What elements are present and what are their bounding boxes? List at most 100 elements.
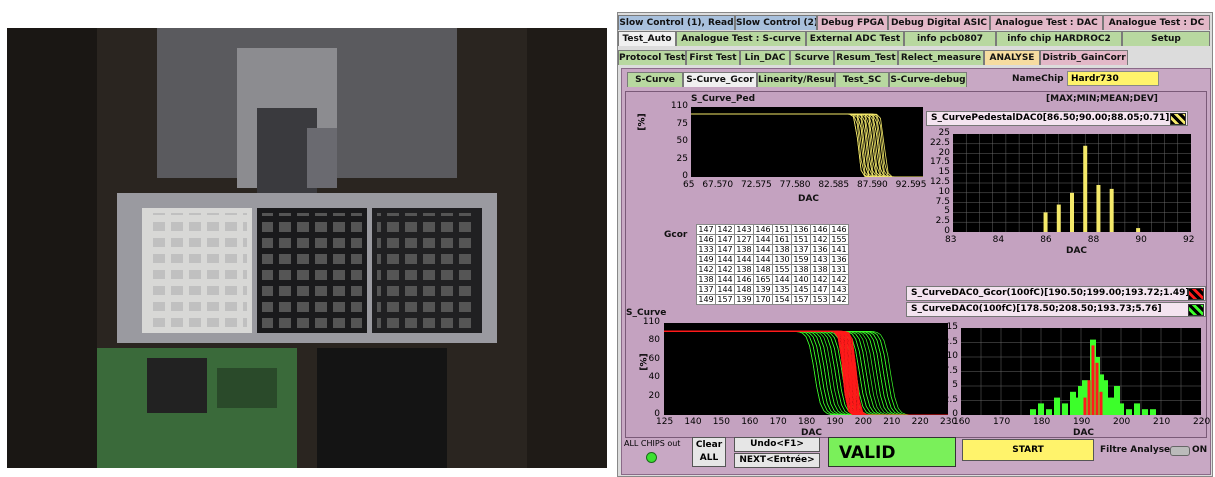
gcor-cell[interactable]: 147: [715, 234, 735, 245]
tab-analogue-dac[interactable]: Analogue Test : DAC: [990, 15, 1103, 30]
scurve-gcor-hist-bar: [1091, 345, 1095, 415]
gcor-cell[interactable]: 142: [810, 234, 830, 245]
gcor-cell[interactable]: 144: [715, 274, 735, 285]
tab-slow-control-2[interactable]: Slow Control (2): [735, 15, 817, 30]
gcor-cell[interactable]: 147: [696, 224, 716, 235]
gcor-cell[interactable]: 139: [734, 294, 754, 305]
gcor-legend-swatch[interactable]: [1188, 288, 1204, 300]
clear-all-button[interactable]: Clear ALL: [692, 437, 726, 467]
tab-distrib-gaincorr[interactable]: Distrib_GainCorr: [1040, 50, 1128, 65]
gcor-cell[interactable]: 142: [829, 294, 849, 305]
start-button[interactable]: START: [962, 439, 1094, 461]
gcor-cell[interactable]: 147: [715, 244, 735, 255]
gcor-cell[interactable]: 142: [715, 224, 735, 235]
tab-analogue-scurve[interactable]: Analogue Test : S-curve: [676, 31, 806, 46]
tab-debug-digital-asic[interactable]: Debug Digital ASIC: [888, 15, 990, 30]
gcor-cell[interactable]: 135: [772, 284, 792, 295]
gcor-cell[interactable]: 138: [772, 244, 792, 255]
gcor-cell[interactable]: 141: [829, 244, 849, 255]
tab-lin-dac[interactable]: Lin_DAC: [740, 50, 790, 65]
gcor-cell[interactable]: 149: [696, 254, 716, 265]
tab-test-sc[interactable]: Test_SC: [835, 72, 889, 87]
tab-scurve[interactable]: Scurve: [790, 50, 834, 65]
tab-linearity-resum[interactable]: Linearity/Resum: [757, 72, 835, 87]
gcor-cell[interactable]: 147: [810, 284, 830, 295]
namechip-input[interactable]: Hardr730: [1067, 71, 1159, 86]
tab-test-auto[interactable]: Test_Auto: [618, 31, 676, 46]
gcor-cell[interactable]: 161: [772, 234, 792, 245]
gcor-cell[interactable]: 137: [696, 284, 716, 295]
tab-s-curve[interactable]: S-Curve: [627, 72, 683, 87]
gcor-cell[interactable]: 143: [810, 254, 830, 265]
gcor-cell[interactable]: 136: [829, 254, 849, 265]
tab-slow-control-1[interactable]: Slow Control (1), Read: [618, 15, 735, 30]
gcor-cell[interactable]: 157: [715, 294, 735, 305]
gcor-cell[interactable]: 137: [791, 244, 811, 255]
gcor-cell[interactable]: 133: [696, 244, 716, 255]
gcor-cell[interactable]: 144: [753, 254, 773, 265]
gcor-cell[interactable]: 155: [772, 264, 792, 275]
gcor-cell[interactable]: 131: [829, 264, 849, 275]
gcor-cell[interactable]: 143: [734, 224, 754, 235]
gcor-cell[interactable]: 138: [734, 244, 754, 255]
tab-s-curve-gcor[interactable]: S-Curve_Gcor: [683, 72, 757, 87]
tab-resum-test[interactable]: Resum_Test: [834, 50, 898, 65]
tab-debug-fpga[interactable]: Debug FPGA: [817, 15, 888, 30]
gcor-cell[interactable]: 144: [715, 284, 735, 295]
tab-info-chip[interactable]: info chip HARDROC2: [996, 31, 1122, 46]
gcor-cell[interactable]: 155: [829, 234, 849, 245]
gcor-cell[interactable]: 139: [753, 284, 773, 295]
next-button[interactable]: NEXT<Entrée>: [734, 453, 820, 468]
scurve-legend-swatch[interactable]: [1188, 304, 1204, 316]
gcor-cell[interactable]: 148: [734, 284, 754, 295]
gcor-cell[interactable]: 159: [791, 254, 811, 265]
tab-analogue-dc[interactable]: Analogue Test : DC: [1103, 15, 1210, 30]
gcor-cell[interactable]: 138: [696, 274, 716, 285]
gcor-cell[interactable]: 146: [810, 224, 830, 235]
tab-external-adc[interactable]: External ADC Test: [806, 31, 904, 46]
gcor-cell[interactable]: 138: [810, 264, 830, 275]
gcor-cell[interactable]: 138: [791, 264, 811, 275]
gcor-cell[interactable]: 148: [753, 264, 773, 275]
gcor-cell[interactable]: 154: [772, 294, 792, 305]
gcor-cell[interactable]: 149: [696, 294, 716, 305]
gcor-cell[interactable]: 165: [753, 274, 773, 285]
gcor-cell[interactable]: 144: [753, 234, 773, 245]
gcor-cell[interactable]: 144: [715, 254, 735, 265]
gcor-cell[interactable]: 151: [791, 234, 811, 245]
tab-s-curve-debug[interactable]: S-Curve-debug: [889, 72, 967, 87]
gcor-cell[interactable]: 146: [696, 234, 716, 245]
gcor-cell[interactable]: 170: [753, 294, 773, 305]
gcor-cell[interactable]: 153: [810, 294, 830, 305]
gcor-cell[interactable]: 146: [829, 224, 849, 235]
gcor-cell[interactable]: 146: [753, 224, 773, 235]
filter-toggle-switch[interactable]: [1170, 446, 1190, 456]
tab-relect-measure[interactable]: Relect_measure: [898, 50, 984, 65]
gcor-cell[interactable]: 136: [791, 224, 811, 235]
ped-legend-swatch[interactable]: [1170, 113, 1186, 125]
gcor-cell[interactable]: 140: [791, 274, 811, 285]
tab-info-pcb[interactable]: info pcb0807: [904, 31, 996, 46]
gcor-cell[interactable]: 142: [829, 274, 849, 285]
gcor-cell[interactable]: 142: [696, 264, 716, 275]
tab-analyse[interactable]: ANALYSE: [984, 50, 1040, 65]
gcor-cell[interactable]: 136: [810, 244, 830, 255]
gcor-cell[interactable]: 127: [734, 234, 754, 245]
gcor-table[interactable]: 147 142 143 146 151 136 146 146 146 147 127 144 161 1…: [696, 224, 849, 305]
tab-protocol-test[interactable]: Protocol Test: [618, 50, 686, 65]
undo-button[interactable]: Undo<F1>: [734, 437, 820, 452]
gcor-cell[interactable]: 157: [791, 294, 811, 305]
gcor-cell[interactable]: 146: [734, 274, 754, 285]
gcor-cell[interactable]: 142: [810, 274, 830, 285]
gcor-cell[interactable]: 151: [772, 224, 792, 235]
gcor-cell[interactable]: 144: [734, 254, 754, 265]
gcor-cell[interactable]: 143: [829, 284, 849, 295]
gcor-cell[interactable]: 144: [772, 274, 792, 285]
gcor-cell[interactable]: 145: [791, 284, 811, 295]
gcor-cell[interactable]: 138: [734, 264, 754, 275]
tab-first-test[interactable]: First Test: [686, 50, 740, 65]
tab-setup[interactable]: Setup: [1122, 31, 1210, 46]
gcor-cell[interactable]: 142: [715, 264, 735, 275]
gcor-cell[interactable]: 144: [753, 244, 773, 255]
gcor-cell[interactable]: 130: [772, 254, 792, 265]
